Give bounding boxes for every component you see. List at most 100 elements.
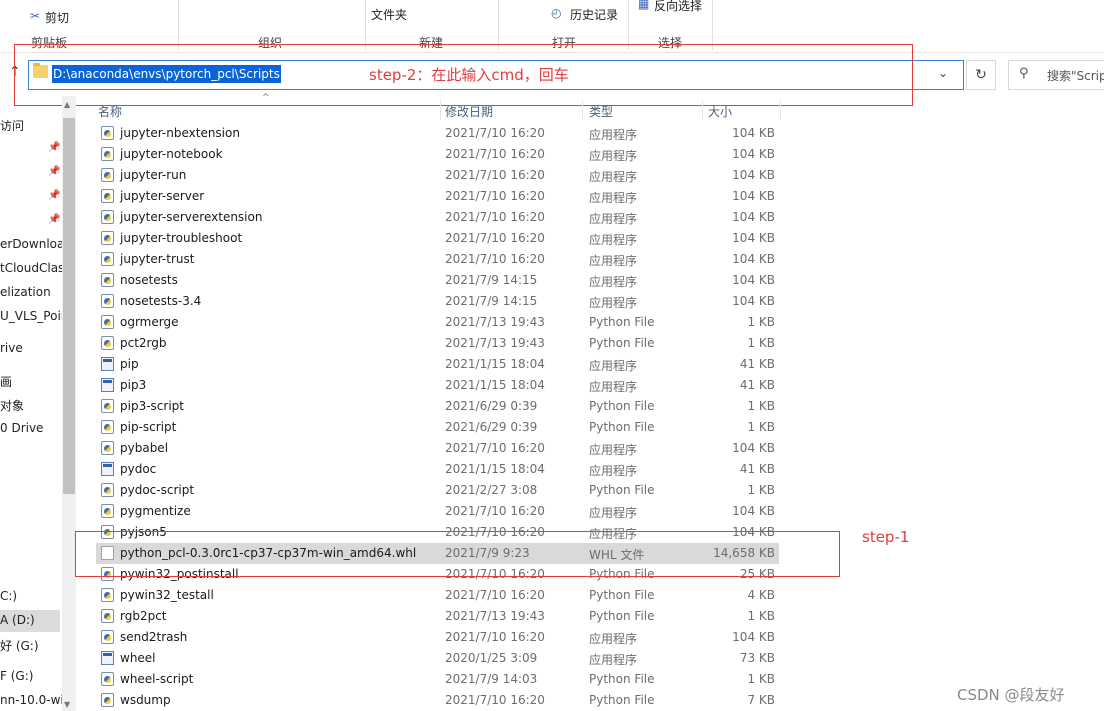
file-type: 应用程序 — [589, 380, 638, 394]
file-name: rgb2pct — [120, 609, 167, 623]
file-row[interactable]: pip-script 2021/6/29 0:39 Python File 1 KB — [96, 417, 779, 438]
python-file-icon — [101, 567, 114, 581]
nav-item-drive-g[interactable]: 好 (G:) — [0, 637, 39, 654]
scroll-down-icon[interactable]: ▼ — [64, 700, 70, 709]
file-row[interactable]: jupyter-serverextension 2021/7/10 16:20 应用… — [96, 207, 779, 228]
chevron-down-icon[interactable]: ⌄ — [938, 66, 948, 80]
column-divider[interactable] — [780, 100, 781, 120]
column-header-name[interactable]: 名称 — [98, 103, 122, 120]
file-size: 104 KB — [732, 294, 775, 308]
search-placeholder: 搜索"Scripts" — [1047, 69, 1104, 83]
column-header-type[interactable]: 类型 — [589, 103, 613, 120]
nav-item-drive-c[interactable]: C:) — [0, 589, 17, 603]
py-app-icon — [101, 252, 114, 266]
file-row[interactable]: pyjson5 2021/7/10 16:20 应用程序 104 KB — [96, 522, 779, 543]
file-row[interactable]: wheel-script 2021/7/9 14:03 Python File 1 K… — [96, 669, 779, 690]
file-row[interactable]: pip3 2021/1/15 18:04 应用程序 41 KB — [96, 375, 779, 396]
ribbon-divider — [712, 0, 713, 50]
file-row[interactable]: pybabel 2021/7/10 16:20 应用程序 104 KB — [96, 438, 779, 459]
file-size: 25 KB — [739, 567, 775, 581]
file-date: 2021/7/13 19:43 — [445, 315, 545, 329]
scroll-up-icon[interactable]: ▲ — [64, 100, 70, 109]
file-row[interactable]: rgb2pct 2021/7/13 19:43 Python File 1 KB — [96, 606, 779, 627]
file-row[interactable]: ogrmerge 2021/7/13 19:43 Python File 1 KB — [96, 312, 779, 333]
exe-icon — [101, 357, 114, 371]
file-size: 1 KB — [747, 315, 775, 329]
nav-item-onedrive[interactable]: rive — [0, 341, 23, 355]
search-box[interactable]: ⚲ 搜索"Scripts" — [1008, 60, 1104, 90]
file-row[interactable]: pct2rgb 2021/7/13 19:43 Python File 1 KB — [96, 333, 779, 354]
file-row[interactable]: jupyter-run 2021/7/10 16:20 应用程序 104 KB — [96, 165, 779, 186]
file-row[interactable]: wheel 2020/1/25 3:09 应用程序 73 KB — [96, 648, 779, 669]
file-date: 2021/1/15 18:04 — [445, 378, 545, 392]
file-name: send2trash — [120, 630, 188, 644]
ribbon-divider — [365, 0, 366, 50]
file-type: 应用程序 — [589, 527, 638, 541]
nav-item[interactable]: erDownloa — [0, 237, 62, 251]
pin-icon: 📌 — [48, 166, 61, 177]
refresh-button[interactable]: ↻ — [966, 60, 996, 90]
file-row[interactable]: pydoc-script 2021/2/27 3:08 Python File 1 K… — [96, 480, 779, 501]
nav-item-drive-d[interactable]: A (D:) — [0, 613, 35, 627]
file-row[interactable]: pywin32_postinstall 2021/7/10 16:20 Python… — [96, 564, 779, 585]
python-file-icon — [101, 399, 114, 413]
file-type: WHL 文件 — [589, 548, 645, 562]
nav-item-folder[interactable]: nn-10.0-wir — [0, 693, 62, 707]
nav-item-drive[interactable]: 0 Drive — [0, 421, 43, 435]
column-divider[interactable] — [702, 100, 703, 120]
file-row[interactable]: nosetests 2021/7/9 14:15 应用程序 104 KB — [96, 270, 779, 291]
column-divider[interactable] — [440, 100, 441, 120]
address-path[interactable]: D:\anaconda\envs\pytorch_pcl\Scripts — [52, 65, 281, 83]
file-date: 2021/7/10 16:20 — [445, 525, 545, 539]
file-date: 2021/7/10 16:20 — [445, 210, 545, 224]
scissors-icon: ✂ — [30, 9, 41, 23]
file-row[interactable]: pydoc 2021/1/15 18:04 应用程序 41 KB — [96, 459, 779, 480]
py-app-icon — [101, 189, 114, 203]
file-name: python_pcl-0.3.0rc1-cp37-cp37m-win_amd64… — [120, 546, 417, 560]
file-date: 2021/1/15 18:04 — [445, 462, 545, 476]
file-row[interactable]: wsdump 2021/7/10 16:20 Python File 7 KB — [96, 690, 779, 711]
file-row[interactable]: jupyter-troubleshoot 2021/7/10 16:20 应用程序 1… — [96, 228, 779, 249]
new-folder-button[interactable]: 文件夹 — [371, 6, 407, 23]
column-divider[interactable] — [582, 100, 583, 120]
up-arrow-icon[interactable]: ↑ — [9, 64, 21, 80]
nav-item[interactable]: elization — [0, 285, 51, 299]
file-date: 2021/7/10 16:20 — [445, 693, 545, 707]
file-type: Python File — [589, 588, 655, 602]
file-row[interactable]: jupyter-trust 2021/7/10 16:20 应用程序 104 KB — [96, 249, 779, 270]
nav-item-quick-access[interactable]: 访问 — [0, 117, 24, 134]
py-app-icon — [101, 630, 114, 644]
column-header-date[interactable]: 修改日期 — [445, 103, 493, 120]
new-group-label: 新建 — [419, 36, 444, 50]
nav-scrollbar-thumb[interactable] — [63, 118, 75, 494]
python-file-icon — [101, 336, 114, 350]
select-group-label: 选择 — [658, 36, 683, 50]
file-row[interactable]: jupyter-nbextension 2021/7/10 16:20 应用程序 10… — [96, 123, 779, 144]
file-type: 应用程序 — [589, 254, 638, 268]
nav-item-3d-objects[interactable]: 对象 — [0, 397, 24, 414]
history-button[interactable]: 历史记录 — [570, 6, 618, 23]
py-app-icon — [101, 147, 114, 161]
column-header-size[interactable]: 大小 — [708, 103, 732, 120]
file-row[interactable]: python_pcl-0.3.0rc1-cp37-cp37m-win_amd64… — [96, 543, 779, 564]
nav-item[interactable]: U_VLS_Poin — [0, 309, 62, 323]
file-row[interactable]: pywin32_testall 2021/7/10 16:20 Python Fil… — [96, 585, 779, 606]
cut-button[interactable]: 剪切 — [45, 9, 69, 26]
invert-selection-button[interactable]: 反向选择 — [654, 0, 702, 14]
file-name: wheel-script — [120, 672, 194, 686]
file-type: 应用程序 — [589, 191, 638, 205]
nav-item-drive-g2[interactable]: F (G:) — [0, 669, 33, 683]
file-name: jupyter-run — [120, 168, 187, 182]
file-row[interactable]: send2trash 2021/7/10 16:20 应用程序 104 KB — [96, 627, 779, 648]
file-size: 104 KB — [732, 126, 775, 140]
whl-file-icon — [101, 546, 114, 560]
organize-group-label: 组织 — [258, 36, 283, 50]
file-row[interactable]: jupyter-server 2021/7/10 16:20 应用程序 104 KB — [96, 186, 779, 207]
file-row[interactable]: pip 2021/1/15 18:04 应用程序 41 KB — [96, 354, 779, 375]
file-row[interactable]: jupyter-notebook 2021/7/10 16:20 应用程序 104 K… — [96, 144, 779, 165]
nav-item[interactable]: tCloudClas — [0, 261, 62, 275]
file-row[interactable]: nosetests-3.4 2021/7/9 14:15 应用程序 104 KB — [96, 291, 779, 312]
nav-item-pictures[interactable]: 画 — [0, 373, 12, 390]
file-row[interactable]: pip3-script 2021/6/29 0:39 Python File 1 KB — [96, 396, 779, 417]
file-row[interactable]: pygmentize 2021/7/10 16:20 应用程序 104 KB — [96, 501, 779, 522]
